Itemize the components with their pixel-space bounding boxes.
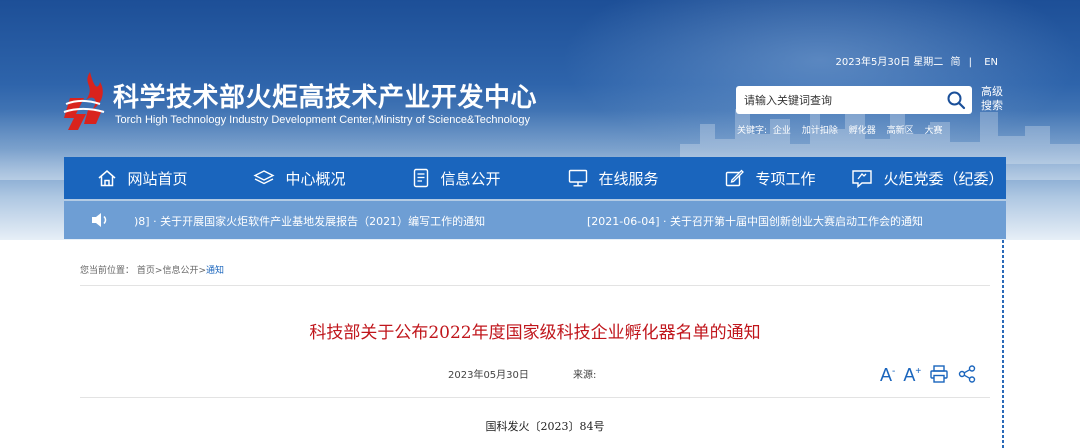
document-icon (414, 168, 429, 188)
news-ticker: )8] · 关于开展国家火炬软件产业基地发展报告（2021）编写工作的通知 [2… (64, 201, 1006, 239)
print-icon[interactable] (929, 364, 949, 384)
nav-item-services[interactable]: 在线服务 (535, 157, 692, 199)
nav-item-party[interactable]: 火炬党委（纪委） (849, 157, 1006, 199)
lang-simplified-link[interactable]: 简 (950, 57, 960, 68)
breadcrumb-info[interactable]: 信息公开 (162, 266, 198, 276)
keyword-link[interactable]: 企业 (773, 126, 791, 136)
search-box (736, 86, 972, 114)
monitor-icon (569, 169, 588, 187)
font-decrease-button[interactable]: A- (880, 362, 895, 385)
lang-en-link[interactable]: EN (984, 57, 998, 68)
keyword-link[interactable]: 高新区 (887, 126, 914, 136)
search-icon[interactable] (946, 90, 966, 110)
content-border (1002, 240, 1004, 448)
party-icon (852, 170, 873, 188)
advanced-search-link[interactable]: 高级搜索 (981, 85, 1007, 113)
font-decrease-label: A (880, 365, 893, 385)
search-keywords: 关键字: 企业 加计扣除 孵化器 高新区 大赛 (737, 123, 951, 136)
edit-icon (726, 169, 745, 187)
nav-label: 网站首页 (127, 169, 188, 188)
site-subtitle: Torch High Technology Industry Developme… (115, 114, 530, 126)
nav-label: 在线服务 (598, 169, 659, 188)
divider (80, 285, 990, 286)
share-icon[interactable] (957, 364, 977, 384)
nav-label: 火炬党委（纪委） (883, 169, 1004, 188)
layers-icon (253, 170, 276, 185)
ticker-news-link[interactable]: )8] · 关于开展国家火炬软件产业基地发展报告（2021）编写工作的通知 (134, 213, 485, 229)
breadcrumb-home[interactable]: 首页 (137, 266, 155, 276)
keyword-link[interactable]: 大赛 (924, 126, 942, 136)
nav-item-info[interactable]: 信息公开 (378, 157, 535, 199)
keywords-label: 关键字: (737, 126, 768, 136)
nav-label: 中心概况 (285, 169, 346, 188)
ticker-news-link[interactable]: [2021-06-04] · 关于召开第十届中国创新创业大赛启动工作会的通知 (587, 213, 923, 229)
site-title: 科学技术部火炬高技术产业开发中心 (113, 83, 538, 113)
font-increase-label: A (903, 365, 916, 385)
breadcrumb-separator: > (198, 266, 207, 276)
nav-item-projects[interactable]: 专项工作 (692, 157, 849, 199)
article-source-label: 来源: (573, 370, 597, 381)
document-number: 国科发火〔2023〕84号 (485, 420, 605, 433)
nav-label: 专项工作 (755, 169, 816, 188)
main-nav: 网站首页 中心概况 信息公开 在线服务 专项工作 火炬党委（纪委） (64, 157, 1006, 199)
breadcrumb-notice[interactable]: 通知 (206, 266, 224, 276)
article-tools: A- A+ (880, 362, 985, 385)
search-input[interactable] (736, 86, 936, 114)
article-date: 2023年05月30日 (448, 370, 529, 381)
article-title: 科技部关于公布2022年度国家级科技企业孵化器名单的通知 (309, 323, 761, 343)
home-icon (98, 170, 116, 187)
keyword-link[interactable]: 加计扣除 (802, 126, 838, 136)
separator: | (968, 57, 972, 68)
divider (80, 397, 990, 398)
nav-label: 信息公开 (440, 169, 501, 188)
torch-logo-icon (63, 72, 105, 130)
nav-item-home[interactable]: 网站首页 (64, 157, 221, 199)
speaker-icon (92, 213, 107, 227)
breadcrumb: 您当前位置： 首页>信息公开>通知 (80, 263, 224, 276)
breadcrumb-prefix: 您当前位置： (80, 266, 135, 276)
keyword-link[interactable]: 孵化器 (849, 126, 876, 136)
current-date: 2023年5月30日 星期二 (835, 57, 944, 68)
top-bar: 2023年5月30日 星期二 简 | EN (832, 53, 998, 68)
nav-item-about[interactable]: 中心概况 (221, 157, 378, 199)
font-increase-button[interactable]: A+ (903, 362, 921, 385)
